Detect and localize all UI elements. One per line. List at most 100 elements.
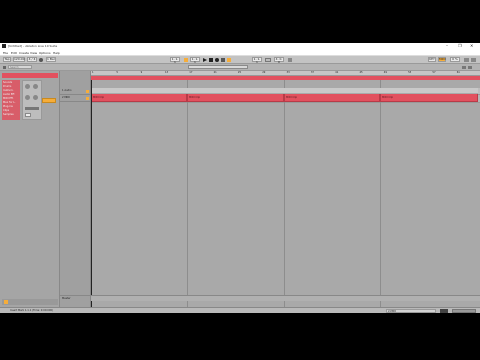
tap-button[interactable]: Tap [3,57,11,62]
loop-start-field[interactable]: 1. 1. 1 [252,57,262,64]
track-header-midi[interactable]: 2 MIDI [60,95,91,102]
song-position-field[interactable]: 1. 1. 1 [190,57,200,64]
preview-icon[interactable] [4,300,8,304]
loop-brace[interactable] [91,76,480,80]
track-name-audio: 1 Audio [62,89,72,92]
loop-switch-icon[interactable] [265,58,271,62]
close-button[interactable]: ✕ [470,44,473,48]
device-accent-tab[interactable] [42,98,56,103]
ruler-tick-label: 21 [213,71,217,74]
midi-map-button[interactable]: MIDI [438,57,446,62]
ruler-tick-label: 41 [335,71,339,74]
ruler-tick-label: 9 [140,71,143,74]
device-knob-4[interactable] [33,95,38,100]
automation-arm-icon[interactable] [227,58,231,62]
ruler-tick-label: 57 [432,71,436,74]
metronome-quantize[interactable]: 1 Bar [46,57,56,62]
status-track-name: 2-MIDI [388,310,397,313]
track-headers: 1 Audio 2 MIDI Master [60,71,91,307]
ruler-tick-label: 49 [383,71,387,74]
preview-area [2,299,58,305]
overview-left-icon[interactable] [468,66,472,69]
browser-toggle-icon[interactable] [3,66,6,69]
maximize-button[interactable]: ❐ [458,44,462,48]
play-icon[interactable] [203,58,207,62]
grid-line [380,80,381,307]
follow-icon[interactable] [184,58,188,62]
track-name-midi: 2 MIDI [62,96,70,99]
search-placeholder: Search [10,66,19,69]
menu-file[interactable]: File [3,51,8,55]
minimize-button[interactable]: – [446,44,448,48]
ruler-tick-label: 13 [164,71,169,74]
ruler-tick-label: 61 [456,71,460,74]
draw-mode-icon[interactable] [288,58,292,62]
ruler-tick-label: 17 [189,71,193,74]
status-icon-1[interactable] [440,309,448,313]
menu-view[interactable]: View [30,51,37,55]
overdub-icon[interactable] [221,58,225,62]
clip-label-1: MIDI Clip [93,96,105,99]
grid-line [187,80,188,307]
clip-header-3 [284,88,380,94]
record-icon[interactable] [215,58,219,62]
track-activator-audio[interactable] [86,90,89,93]
track-header-audio[interactable]: 1 Audio [60,88,91,95]
overview-right-icon[interactable] [462,66,466,69]
metronome-icon[interactable] [39,58,43,62]
master-track-lane[interactable] [91,295,480,301]
clip-label-4: MIDI Clip [382,96,394,99]
clip-header-1 [91,88,187,94]
stop-icon[interactable] [209,58,213,62]
device-knob-2[interactable] [33,84,38,89]
device-knob-1[interactable] [25,84,30,89]
arrangement-view[interactable]: 1 5 9 13 17 21 25 29 33 37 41 45 49 53 57 61 MIDI Clip … [91,71,480,307]
clip-header-2 [187,88,284,94]
loop-length-field[interactable]: 4. 0. 0 [274,57,284,64]
ruler-labels: 1 5 9 13 17 21 25 29 33 37 41 45 49 53 57 61 [91,71,480,76]
window-title: [Untitled] - Ableton Live 10 Suite [8,44,58,48]
key-map-button[interactable]: KEY [428,57,436,62]
grid-line [284,80,285,307]
browser-header [2,73,58,78]
loop-position-field[interactable]: 1. 1. 1 [170,57,180,64]
status-selected-track[interactable]: 2-MIDI [386,309,436,313]
time-signature-field[interactable]: 4 / 4 [27,57,37,62]
menu-help[interactable]: Help [53,51,60,55]
device-controls [22,80,42,120]
ruler-tick-label: 5 [116,71,118,74]
clip-label-3: MIDI Clip [286,96,298,99]
status-text: Insert Mark 1.1.1 (Time: 0:00:000) [10,309,54,312]
clip-label-2: MIDI Clip [189,96,201,99]
device-slider[interactable] [25,107,39,110]
ruler-tick-label: 25 [237,71,242,74]
category-samples[interactable]: Samples [3,113,14,117]
device-toggle[interactable] [25,113,31,117]
cpu-meter: 0 % [450,57,460,62]
master-track-header[interactable]: Master [60,295,91,301]
control-bar: Tap 120.00 4 / 4 1 Bar 1. 1. 1 1. 1. 1 1… [0,56,480,64]
ruler-tick-label: 29 [262,71,266,74]
keyboard-indicator-icon [471,58,476,62]
ruler-tick-label: 37 [310,71,314,74]
app-icon [2,44,6,48]
search-box[interactable]: Search [8,65,32,69]
status-icon-2[interactable] [452,309,476,313]
browser-categories: Sounds Drums Instrum. Audio Eff. MIDI Ef… [2,80,20,120]
clip-header-4 [380,88,478,94]
menu-edit[interactable]: Edit [11,51,17,55]
arrangement-toolbar: Search [0,64,480,71]
status-bar: Insert Mark 1.1.1 (Time: 0:00:000) 2-MID… [0,307,480,313]
overview-strip[interactable] [188,65,248,69]
insert-marker [91,80,92,307]
menu-create[interactable]: Create [19,51,29,55]
ruler-tick-label: 33 [286,71,290,74]
ruler-tick-label: 45 [359,71,363,74]
track-activator-midi[interactable] [86,97,89,100]
master-track-name: Master [62,297,71,300]
title-bar: [Untitled] - Ableton Live 10 Suite – ❐ ✕ [0,43,480,50]
tempo-field[interactable]: 120.00 [13,57,25,62]
ruler-tick-label: 1 [92,71,94,74]
device-knob-3[interactable] [25,95,30,100]
menu-options[interactable]: Options [39,51,51,55]
